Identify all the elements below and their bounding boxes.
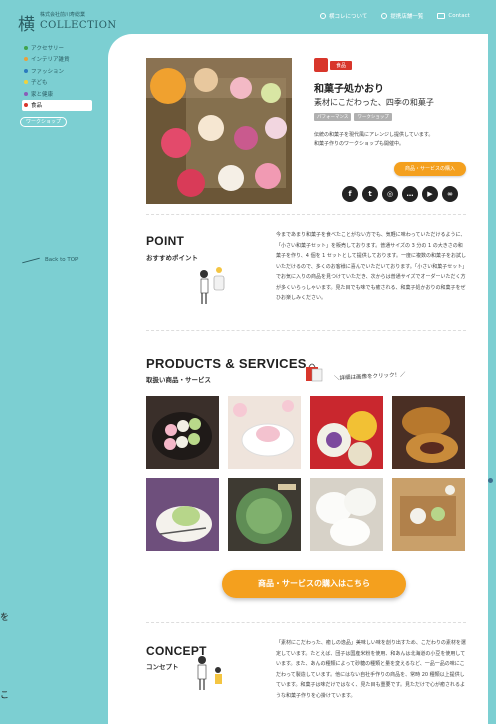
social-links: f t ◎ … ▶ ∞	[342, 186, 458, 202]
youtube-icon[interactable]: ▶	[422, 186, 438, 202]
section-divider	[146, 214, 466, 215]
sidebar-item-label: アクセサリー	[31, 45, 65, 52]
matcha-jelly-photo	[228, 478, 301, 551]
category-dot-icon	[24, 57, 28, 61]
point-title: POINT	[146, 234, 185, 248]
category-badge: 食品	[314, 58, 353, 72]
category-tag: 食品	[330, 60, 353, 70]
logo-wordmark: COLLECTION	[40, 20, 117, 31]
sidebar-item-label: ファッション	[31, 68, 65, 75]
point-text: 今まであまり和菓子を食べたことがない方でも、気軽に味わっていただけるように、「小…	[276, 232, 466, 301]
category-dot-icon	[24, 103, 28, 107]
sakura-mochi-photo	[228, 396, 301, 469]
sidebar-item-food[interactable]: 食品	[22, 99, 92, 111]
logo-kanji: 横	[18, 15, 35, 35]
sidebar-item-label: インテリア雑貨	[31, 57, 70, 63]
click-hint: ＼詳細は画像をクリック！／	[333, 372, 406, 382]
line-icon[interactable]: …	[402, 186, 418, 202]
wagashi-photo	[146, 58, 292, 204]
main-panel: 食品 和菓子処かおり 素材にこだわった、四季の和菓子 パフォーマンス ワークショ…	[108, 34, 488, 724]
about-label: 横コレについて	[329, 14, 368, 20]
green-sweet-photo	[146, 478, 219, 551]
shops-link[interactable]: 提携店舗一覧	[381, 12, 423, 20]
facebook-icon[interactable]: f	[342, 186, 358, 202]
concept-text: 「素材にこだわった、癒しの逸品」美味しい味を創り出すため、こだわりの素材を選定し…	[276, 640, 466, 699]
category-dot-icon	[24, 68, 28, 73]
sidebar-item-accessory[interactable]: アクセサリー	[24, 42, 96, 53]
product-image[interactable]	[228, 396, 301, 469]
tag-workshop[interactable]: ワークショップ	[354, 113, 392, 121]
sidebar: 横 株式会社前川寿総業 COLLECTION アクセサリー インテリア雑貨 ファ…	[0, 0, 116, 724]
back-to-top-label: Back to TOP	[45, 257, 79, 263]
shops-label: 提携店舗一覧	[390, 14, 424, 20]
shop-description: 伝統の和菓子を現代風にアレンジし提供しています。 和菓子作りのワークショップも開…	[314, 131, 474, 149]
sidebar-item-label: 家と健康	[31, 91, 54, 98]
people-illustration	[197, 656, 222, 690]
product-image[interactable]	[392, 478, 465, 551]
buy-button-small[interactable]: 商品・サービスの購入	[394, 162, 466, 176]
manju-photo	[310, 396, 383, 469]
category-dot-icon	[24, 91, 28, 96]
products-subtitle: 取扱い商品・サービス	[146, 376, 211, 384]
category-dot-icon	[24, 80, 28, 84]
daifuku-photo	[310, 478, 383, 551]
contact-label: Contact	[448, 13, 470, 19]
section-divider	[146, 330, 466, 331]
point-subtitle: おすすめポイント	[146, 254, 198, 262]
clipped-text: こ	[0, 691, 10, 701]
dorayaki-photo	[392, 396, 465, 469]
product-grid	[146, 396, 466, 551]
site-logo[interactable]: 横 株式会社前川寿総業 COLLECTION	[18, 10, 116, 35]
product-image[interactable]	[310, 396, 383, 469]
product-image[interactable]	[310, 478, 383, 551]
description-line: 伝統の和菓子を現代風にアレンジし提供しています。	[314, 132, 434, 138]
product-image[interactable]	[228, 478, 301, 551]
instagram-icon[interactable]: ◎	[382, 186, 398, 202]
page-indicator-dot	[488, 478, 493, 483]
product-image[interactable]	[146, 396, 219, 469]
sidebar-item-home-health[interactable]: 家と健康	[24, 88, 96, 99]
info-icon	[320, 13, 326, 19]
contact-link[interactable]: Contact	[437, 12, 470, 20]
dango-photo	[146, 396, 219, 469]
shop-catchphrase: 素材にこだわった、四季の和菓子	[314, 98, 434, 107]
concept-subtitle: コンセプト	[146, 663, 179, 671]
shop-tags: パフォーマンス ワークショップ	[314, 113, 392, 121]
sidebar-item-label: 食品	[31, 103, 43, 109]
twitter-icon[interactable]: t	[362, 186, 378, 202]
person-illustration	[200, 267, 225, 304]
arrow-line-icon	[22, 257, 40, 263]
sidebar-item-fashion[interactable]: ファッション	[24, 65, 96, 76]
shop-name: 和菓子処かおり	[314, 84, 384, 95]
tag-performance[interactable]: パフォーマンス	[314, 113, 352, 121]
buy-button-large[interactable]: 商品・サービスの購入はこちら	[222, 570, 406, 598]
products-title: PRODUCTS & SERVICES	[146, 356, 307, 371]
link-icon[interactable]: ∞	[442, 186, 458, 202]
workshop-link[interactable]: ワークショップ	[20, 117, 68, 127]
info-icon	[381, 13, 388, 19]
product-image[interactable]	[392, 396, 465, 469]
description-line: 和菓子作りのワークショップも開催中。	[314, 141, 405, 147]
category-dot-icon	[24, 45, 28, 50]
logo-company: 株式会社前川寿総業	[40, 12, 86, 18]
sidebar-item-label: 子ども	[31, 80, 48, 86]
hero-image[interactable]	[146, 58, 292, 204]
shopping-bag-icon	[306, 363, 323, 382]
about-link[interactable]: 横コレについて	[320, 12, 367, 20]
shop-icon	[314, 58, 328, 72]
clipped-text: を	[0, 613, 10, 623]
section-divider	[146, 622, 466, 623]
workshop-photo	[392, 478, 465, 551]
sidebar-item-kids[interactable]: 子ども	[24, 77, 96, 88]
header-links: 横コレについて 提携店舗一覧 Contact	[320, 12, 470, 20]
product-image[interactable]	[146, 478, 219, 551]
workshop-label: ワークショップ	[26, 119, 62, 125]
category-nav: アクセサリー インテリア雑貨 ファッション 子ども 家と健康 食品	[22, 42, 96, 111]
sidebar-item-interior[interactable]: インテリア雑貨	[24, 54, 96, 65]
mail-icon	[437, 13, 446, 19]
back-to-top-link[interactable]: Back to TOP	[22, 257, 78, 263]
